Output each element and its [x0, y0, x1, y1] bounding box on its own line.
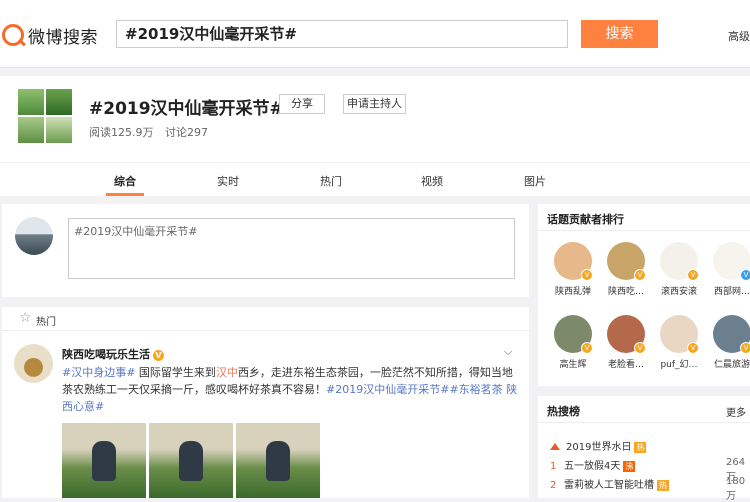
- topic-title: #2019汉中仙毫开采节#: [89, 99, 284, 119]
- contributor-item[interactable]: V 仁晨旅游: [709, 315, 750, 370]
- hashtag-link[interactable]: #汉中身边事#: [62, 366, 135, 379]
- contributor-name[interactable]: 陕西乱弹: [550, 284, 596, 297]
- contributor-item[interactable]: V 西部网…: [709, 242, 750, 297]
- verified-icon: V: [581, 269, 593, 281]
- divider: [538, 230, 750, 231]
- hashtag-link[interactable]: #2019汉中仙毫开采节#: [326, 383, 449, 396]
- tab-realtime[interactable]: 实时: [217, 173, 239, 189]
- weibo-search-logo[interactable]: 微博搜索: [2, 20, 98, 50]
- contributor-name[interactable]: 陕西吃…: [603, 284, 649, 297]
- advanced-search-link[interactable]: 高级搜: [728, 28, 750, 44]
- search-button[interactable]: 搜索: [581, 20, 658, 48]
- contributor-item[interactable]: Vpuf_幻…: [656, 315, 702, 370]
- contributor-item[interactable]: V 高生辉: [550, 315, 596, 370]
- verified-icon: V: [153, 349, 164, 361]
- hot-search-text[interactable]: 雷莉被人工智能吐槽: [564, 480, 654, 491]
- avatar[interactable]: [15, 217, 53, 255]
- avatar[interactable]: V: [554, 315, 593, 354]
- avatar[interactable]: V: [607, 242, 646, 281]
- hot-search-item[interactable]: 1 五一放假4天沸: [550, 457, 636, 472]
- rank-number: 2: [550, 480, 557, 491]
- hot-section-header: ☆ 热门: [2, 307, 529, 331]
- share-button[interactable]: 分享: [279, 94, 325, 114]
- verified-icon: V: [634, 269, 646, 281]
- verified-icon: V: [634, 342, 646, 354]
- contributor-ranking-panel: 话题贡献者排行 V 陕西乱弹 V 陕西吃… V 滚西安滚 V 西部网… V 高生辉 V 老脸看… Vpu…: [538, 204, 750, 386]
- hot-search-item[interactable]: 2019世界水日热: [550, 438, 647, 453]
- hot-badge: 热: [657, 480, 669, 491]
- post-text: #汉中身边事# 国际留学生来到汉中西乡，走进东裕生态茶园，一脸茫然不知所措，得知…: [62, 364, 520, 415]
- discussion-count: 讨论297: [165, 126, 208, 139]
- more-link[interactable]: 更多: [726, 404, 746, 419]
- hot-section-label: 热门: [36, 317, 56, 328]
- tab-hot[interactable]: 热门: [320, 173, 342, 189]
- pinned-up-icon: [550, 443, 560, 450]
- hot-search-item[interactable]: 2 雷莉被人工智能吐槽热: [550, 476, 669, 491]
- active-tab-indicator: [106, 193, 144, 196]
- verified-icon: V: [740, 269, 750, 281]
- verified-icon: V: [687, 269, 699, 281]
- verified-icon: V: [740, 342, 750, 354]
- chevron-down-icon[interactable]: ⌵: [504, 345, 512, 359]
- post-image[interactable]: [236, 423, 320, 498]
- rank-number: 1: [550, 461, 557, 472]
- topic-stats: 阅读125.9万 讨论297: [89, 124, 216, 140]
- topic-tabs: 综合 实时 热门 视频 图片: [0, 162, 750, 196]
- feed-panel: ☆ 热门 陕西吃喝玩乐生活 V ⌵ #汉中身边事# 国际留学生来到汉中西乡，走进东…: [2, 307, 529, 498]
- tab-comprehensive[interactable]: 综合: [114, 173, 136, 189]
- compose-textarea[interactable]: #2019汉中仙毫开采节#: [68, 218, 515, 279]
- contributor-name[interactable]: 仁晨旅游: [709, 357, 750, 370]
- post-images: [62, 423, 320, 498]
- read-count: 阅读125.9万: [89, 126, 154, 139]
- top-bar: 微博搜索 #2019汉中仙毫开采节# 搜索 高级搜: [0, 0, 750, 68]
- topic-card: #2019汉中仙毫开采节# 分享 申请主持人 阅读125.9万 讨论297 综合…: [0, 76, 750, 196]
- search-logo-icon: [2, 24, 24, 46]
- tab-images[interactable]: 图片: [524, 173, 546, 189]
- verified-icon: V: [687, 342, 699, 354]
- apply-host-button[interactable]: 申请主持人: [343, 94, 406, 114]
- avatar[interactable]: V: [607, 315, 646, 354]
- contributor-ranking-title: 话题贡献者排行: [547, 213, 624, 226]
- tab-video[interactable]: 视频: [421, 173, 443, 189]
- contributor-item[interactable]: V 滚西安滚: [656, 242, 702, 297]
- avatar[interactable]: V: [713, 242, 750, 281]
- post-author-name[interactable]: 陕西吃喝玩乐生活 V: [62, 346, 164, 362]
- hot-search-text[interactable]: 2019世界水日: [566, 442, 631, 453]
- hot-search-text[interactable]: 五一放假4天: [564, 461, 620, 472]
- hot-badge: 热: [634, 442, 647, 453]
- contributor-name[interactable]: 老脸看…: [603, 357, 649, 370]
- hot-search-title: 热搜榜: [547, 405, 580, 418]
- star-icon: ☆: [19, 310, 32, 326]
- post-author-avatar[interactable]: [14, 344, 53, 383]
- divider: [538, 422, 750, 423]
- post-image[interactable]: [149, 423, 233, 498]
- avatar[interactable]: V: [660, 242, 699, 281]
- hot-search-count: 180万: [726, 476, 746, 502]
- search-input[interactable]: #2019汉中仙毫开采节#: [116, 20, 568, 48]
- avatar[interactable]: V: [554, 242, 593, 281]
- contributor-item[interactable]: V 陕西吃…: [603, 242, 649, 297]
- contributor-name[interactable]: 西部网…: [709, 284, 750, 297]
- contributor-name[interactable]: 高生辉: [550, 357, 596, 370]
- contributor-item[interactable]: V 陕西乱弹: [550, 242, 596, 297]
- verified-icon: V: [581, 342, 593, 354]
- contributor-item[interactable]: V 老脸看…: [603, 315, 649, 370]
- topic-image: [18, 89, 72, 143]
- author-name-text[interactable]: 陕西吃喝玩乐生活: [62, 348, 150, 361]
- post-image[interactable]: [62, 423, 146, 498]
- logo-text: 微博搜索: [28, 27, 98, 48]
- contributor-name[interactable]: 滚西安滚: [656, 284, 702, 297]
- contributor-name[interactable]: puf_幻…: [656, 357, 702, 370]
- compose-panel: #2019汉中仙毫开采节#: [2, 204, 529, 297]
- keyword-highlight: 汉中: [215, 366, 238, 379]
- avatar[interactable]: V: [660, 315, 699, 354]
- avatar[interactable]: V: [713, 315, 750, 354]
- post-text-segment: 国际留学生来到: [135, 366, 216, 379]
- hot-badge: 沸: [623, 461, 636, 472]
- hot-search-panel: 热搜榜 更多 2019世界水日热 1 五一放假4天沸 264万 2 雷莉被人工智能吐槽热 1…: [538, 396, 750, 502]
